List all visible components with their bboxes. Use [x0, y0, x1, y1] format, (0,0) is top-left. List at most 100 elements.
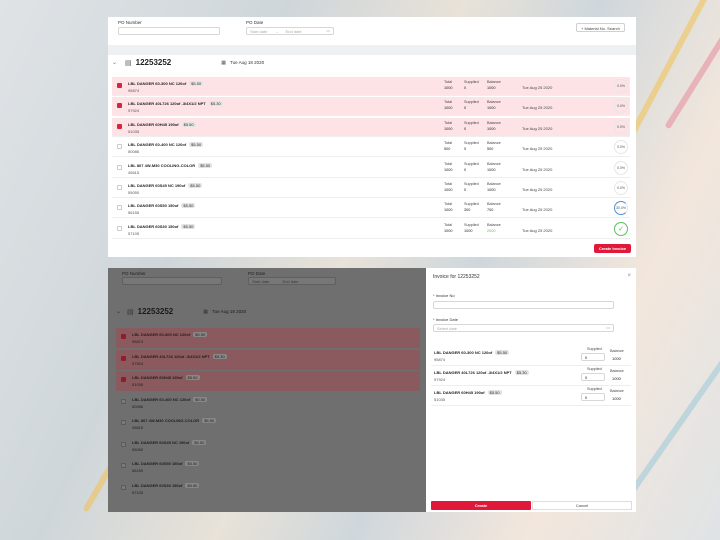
product-name-text: LBL DANGER 60S30 150of: [128, 223, 179, 229]
total-label: Total: [444, 100, 453, 105]
order-line-row: LBL 807 4W-M30 COOLING-COLOR $5.50 45615: [116, 414, 420, 434]
product-name: LBL 807 4W-M30 COOLING-COLOR $5.50: [128, 162, 213, 168]
order-line-row[interactable]: LBL DANGER 60H45 190of $5.50 51035 Total Sup…: [112, 117, 630, 137]
row-checkbox: [121, 463, 126, 468]
row-checkbox[interactable]: [117, 123, 122, 129]
product-name-text: LBL DANGER 40L726 120of -3/4X1/2 NPT: [128, 101, 206, 107]
create-invoice-button[interactable]: Create invoice: [594, 244, 631, 253]
progress-circle: 0.0%: [614, 181, 628, 195]
invoice-modal: Invoice for 12253252 × * Invoice No * In…: [426, 268, 636, 512]
invoice-date-input[interactable]: Select date ▭: [433, 324, 614, 332]
row-checkbox[interactable]: [117, 83, 122, 88]
progress-circle: 0.0%: [614, 119, 628, 134]
po-date-range-input[interactable]: Start date → End date ▭: [246, 27, 334, 35]
row-checkbox[interactable]: [117, 164, 122, 170]
row-checkbox[interactable]: [117, 205, 122, 211]
order-line-row[interactable]: LBL DANGER 60-400 NC 120of $5.50 50086 Tota…: [112, 138, 630, 158]
product-name-text: LBL DANGER 60S50 150of: [132, 461, 183, 466]
confirm-create-button[interactable]: Create: [431, 501, 531, 510]
order-line-row[interactable]: LBL DANGER 40L726 120of -3/4X1/2 NPT $5.3…: [112, 97, 630, 117]
close-icon[interactable]: ×: [627, 273, 631, 279]
product-name-text: LBL DANGER 40L726 120of -3/4X1/2 NPT: [434, 370, 512, 375]
material-search-button[interactable]: + Material No. Search: [576, 23, 625, 32]
product-code: 50086: [128, 149, 140, 155]
invoice-item-row: LBL DANGER 60-300 NC 120of $5.50 95874 Supp…: [431, 346, 631, 366]
price-badge: $5.50: [193, 396, 208, 402]
price-badge: $5.50: [181, 203, 196, 209]
supplied-label: Supplied: [464, 120, 479, 125]
chevron-down-icon: ⌄: [116, 309, 122, 315]
total-value: 1000: [444, 106, 453, 111]
quantity-grid: Total Supplied Balance 1000 300 700: [444, 202, 511, 212]
supplied-label: Supplied: [587, 347, 602, 351]
supplied-value: 0: [464, 188, 467, 192]
balance-value: 1000: [487, 188, 496, 192]
total-label: Total: [444, 182, 453, 186]
price-badge: $5.50: [192, 439, 207, 445]
order-line-row[interactable]: LBL DANGER 60-300 NC 120of $5.50 95874 Tota…: [112, 77, 630, 96]
order-line-row[interactable]: LBL 807 4W-M30 COOLING-COLOR $5.50 45615 To…: [112, 159, 630, 178]
quantity-grid: Total Supplied Balance 1000 0 1000: [444, 80, 511, 90]
product-name: LBL DANGER 60S50 150of $5.50: [128, 203, 196, 209]
product-name: LBL 807 4W-M30 COOLING-COLOR $5.50: [132, 418, 217, 423]
price-badge: $5.50: [193, 332, 208, 337]
product-code: 95874: [128, 88, 140, 93]
invoice-modal-screen: PO Number PO Date Start date End date ⌄ …: [108, 268, 636, 512]
product-name: LBL DANGER 60-300 NC 120of $5.50: [132, 332, 208, 337]
order-date: Tue Aug 18 2020: [211, 309, 247, 314]
row-checkbox[interactable]: [117, 185, 122, 190]
product-name-text: LBL DANGER 60H45 190of: [434, 390, 485, 395]
supplied-input[interactable]: 0: [581, 373, 605, 381]
product-code: 57105: [128, 230, 140, 236]
order-line-row: LBL DANGER 60-300 NC 120of $5.50 95874: [116, 328, 420, 348]
price-badge: $5.30: [212, 353, 227, 359]
supplied-value: 0: [464, 86, 467, 90]
product-name: LBL DANGER 60H45 190of $5.50: [434, 390, 502, 395]
quantity-grid: Total Supplied Balance 1000 0 1000: [444, 100, 511, 110]
total-value: 1000: [444, 208, 453, 213]
delivery-date: Tue Aug 25 2020: [522, 227, 553, 233]
total-label: Total: [444, 222, 453, 227]
price-badge: $5.50: [181, 223, 196, 229]
price-badge: $5.30: [208, 101, 223, 107]
delivery-date: Tue Aug 25 2020: [522, 187, 553, 192]
balance-value: 1000: [612, 356, 621, 361]
supplied-label: Supplied: [464, 202, 479, 207]
total-label: Total: [444, 161, 453, 166]
balance-label: Balance: [487, 80, 501, 84]
price-badge: $5.50: [188, 183, 203, 188]
order-line-row[interactable]: LBL DANGER 60S45 NC 190of $5.50 55050 Total…: [112, 179, 630, 198]
start-date-placeholder: Start date: [250, 29, 268, 34]
order-id: 12253252: [135, 58, 172, 67]
supplied-value: 0: [464, 126, 467, 131]
row-checkbox[interactable]: [117, 103, 122, 109]
order-line-row: LBL DANGER 40L726 120of -3/4X1/2 NPT $5.3…: [116, 349, 420, 370]
price-badge: $5.50: [487, 390, 502, 395]
row-checkbox: [121, 420, 126, 425]
calendar-icon: ▦: [221, 59, 226, 66]
supplied-input[interactable]: 0: [581, 393, 605, 401]
check-icon: ✓: [614, 221, 628, 236]
po-number-input[interactable]: [118, 27, 220, 35]
order-header: ⌄ ▤ 12253252 ▦ Tue Aug 18 2020: [116, 307, 246, 316]
total-value: 1000: [444, 86, 453, 90]
order-line-row[interactable]: LBL DANGER 60S30 150of $5.50 57105 Total Sup…: [112, 220, 630, 239]
required-mark: *: [433, 293, 435, 298]
delivery-date: Tue Aug 25 2020: [522, 105, 553, 111]
progress-circle: 0.0%: [614, 140, 628, 155]
row-checkbox: [121, 334, 126, 339]
invoice-no-input[interactable]: [433, 301, 614, 309]
product-name-text: LBL DANGER 60-300 NC 120of: [132, 332, 191, 337]
row-checkbox[interactable]: [117, 225, 122, 231]
row-checkbox[interactable]: [117, 144, 122, 150]
chevron-down-icon[interactable]: ⌄: [112, 59, 117, 66]
supplied-input[interactable]: 0: [581, 353, 605, 361]
row-checkbox: [121, 398, 126, 404]
product-name: LBL DANGER 40L726 120of -3/4X1/2 NPT $5.3…: [132, 353, 227, 359]
cancel-button[interactable]: Cancel: [532, 501, 632, 510]
order-line-row[interactable]: LBL DANGER 60S50 150of $5.50 56155 Total Sup…: [112, 199, 630, 219]
quantity-grid: Total Supplied Balance 1000 0 1000: [444, 162, 511, 172]
order-list-screen: PO Number PO Date Start date → End date …: [108, 17, 636, 257]
quantity-grid: Total Supplied Balance 500 0 500: [444, 141, 511, 151]
order-date: Tue Aug 18 2020: [229, 60, 265, 65]
